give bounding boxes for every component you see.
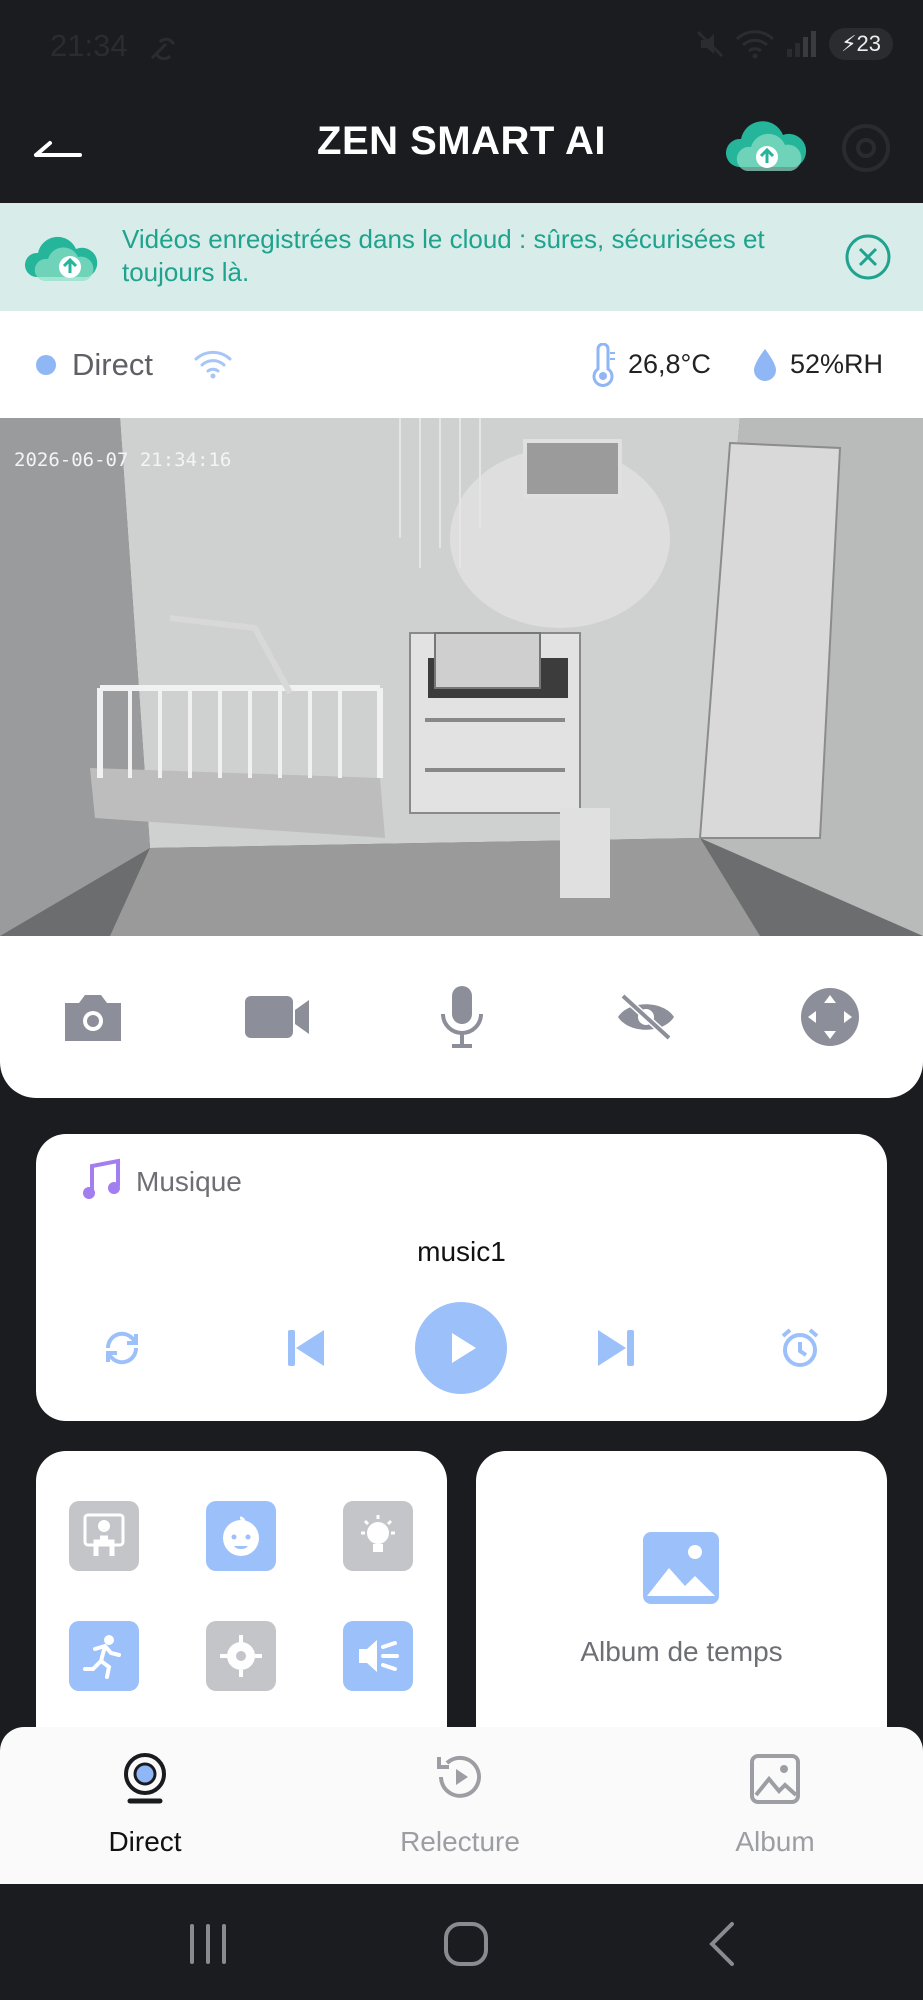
sound-detection-icon bbox=[359, 1640, 399, 1672]
camera-video-feed[interactable]: 2026-06-07 21:34:16 bbox=[0, 418, 923, 936]
battery-level: 23 bbox=[856, 31, 881, 56]
feature-baby-face[interactable] bbox=[206, 1501, 276, 1571]
privacy-button[interactable] bbox=[611, 984, 681, 1050]
live-label: Direct bbox=[72, 347, 153, 382]
repeat-icon bbox=[105, 1331, 139, 1365]
wifi-status-icon bbox=[736, 30, 775, 59]
baby-face-icon bbox=[223, 1516, 259, 1556]
alarm-button[interactable] bbox=[776, 1324, 824, 1372]
repeat-button[interactable] bbox=[98, 1324, 146, 1372]
time-album-card[interactable]: Album de temps bbox=[476, 1451, 887, 1741]
cloud-banner: Vidéos enregistrées dans le cloud : sûre… bbox=[0, 203, 923, 311]
next-button[interactable] bbox=[592, 1324, 640, 1372]
eye-off-icon bbox=[618, 993, 674, 1041]
feature-night-light[interactable] bbox=[343, 1501, 413, 1571]
nav-relecture[interactable]: Relecture bbox=[360, 1727, 560, 1884]
play-button[interactable] bbox=[415, 1302, 507, 1394]
webcam-icon bbox=[124, 1753, 166, 1804]
camera-scene: 2026-06-07 21:34:16 bbox=[0, 418, 923, 936]
info-row: Direct 26,8°C 52%RH bbox=[0, 311, 923, 418]
feature-patrol[interactable] bbox=[206, 1621, 276, 1691]
gallery-icon bbox=[750, 1754, 800, 1804]
status-icons: ⚡23 bbox=[695, 28, 893, 60]
play-icon bbox=[452, 1333, 476, 1363]
temperature-value: 26,8°C bbox=[628, 349, 711, 379]
back-system-button[interactable] bbox=[694, 1914, 754, 1974]
thermometer-icon bbox=[592, 343, 615, 387]
skip-previous-icon bbox=[288, 1330, 324, 1366]
features-card bbox=[36, 1451, 447, 1741]
record-button[interactable] bbox=[242, 984, 312, 1050]
running-person-icon bbox=[83, 1635, 121, 1679]
album-label: Album de temps bbox=[580, 1636, 783, 1667]
snapshot-button[interactable] bbox=[58, 984, 128, 1050]
system-navigation-bar bbox=[0, 1884, 923, 2000]
nav-relecture-label: Relecture bbox=[400, 1826, 520, 1857]
replay-icon bbox=[437, 1755, 481, 1798]
camera-controls bbox=[0, 936, 923, 1098]
signal-icon bbox=[787, 31, 817, 57]
settings-button[interactable] bbox=[838, 120, 894, 176]
feature-sound-detection[interactable] bbox=[343, 1621, 413, 1691]
music-label: Musique bbox=[136, 1166, 242, 1197]
track-name: music1 bbox=[417, 1236, 506, 1267]
banner-close-button[interactable] bbox=[843, 232, 893, 282]
nav-album-label: Album bbox=[735, 1826, 815, 1857]
video-timestamp: 2026-06-07 21:34:16 bbox=[14, 449, 231, 471]
music-card: Musique music1 bbox=[36, 1134, 887, 1421]
status-time: 21:34 bbox=[50, 28, 128, 63]
wifi-icon bbox=[194, 350, 232, 379]
sync-icon bbox=[150, 37, 176, 61]
camera-icon bbox=[65, 995, 121, 1041]
feature-motion-detection[interactable] bbox=[69, 1621, 139, 1691]
bottom-navigation: Direct Relecture Album bbox=[0, 1727, 923, 1884]
lightbulb-icon bbox=[361, 1515, 395, 1552]
pan-tilt-icon bbox=[801, 988, 859, 1046]
microphone-button[interactable] bbox=[427, 984, 497, 1050]
image-icon bbox=[643, 1532, 719, 1604]
feature-humanoid-detection[interactable] bbox=[69, 1501, 139, 1571]
battery-badge: ⚡23 bbox=[829, 28, 893, 60]
status-bar: 21:34 ⚡23 bbox=[0, 0, 923, 95]
cloud-upload-button[interactable] bbox=[725, 117, 809, 181]
banner-text: Vidéos enregistrées dans le cloud : sûre… bbox=[122, 224, 765, 287]
person-frame-icon bbox=[83, 1513, 125, 1556]
skip-next-icon bbox=[598, 1330, 634, 1366]
live-indicator bbox=[36, 355, 56, 375]
recent-apps-button[interactable] bbox=[178, 1914, 238, 1974]
nav-direct-label: Direct bbox=[108, 1826, 182, 1857]
mute-icon bbox=[697, 30, 724, 58]
video-camera-icon bbox=[245, 996, 309, 1038]
home-button[interactable] bbox=[436, 1914, 496, 1974]
music-note-icon bbox=[83, 1158, 120, 1199]
cloud-upload-icon bbox=[24, 236, 98, 281]
humidity-drop-icon bbox=[754, 349, 776, 381]
microphone-icon bbox=[441, 986, 483, 1048]
app-bar: ZEN SMART AI bbox=[0, 95, 923, 203]
humidity-value: 52%RH bbox=[790, 349, 884, 379]
nav-direct[interactable]: Direct bbox=[45, 1727, 245, 1884]
previous-button[interactable] bbox=[282, 1324, 330, 1372]
crosshair-icon bbox=[220, 1635, 262, 1677]
nav-album[interactable]: Album bbox=[675, 1727, 875, 1884]
alarm-clock-icon bbox=[781, 1328, 819, 1367]
pan-tilt-button[interactable] bbox=[795, 984, 865, 1050]
